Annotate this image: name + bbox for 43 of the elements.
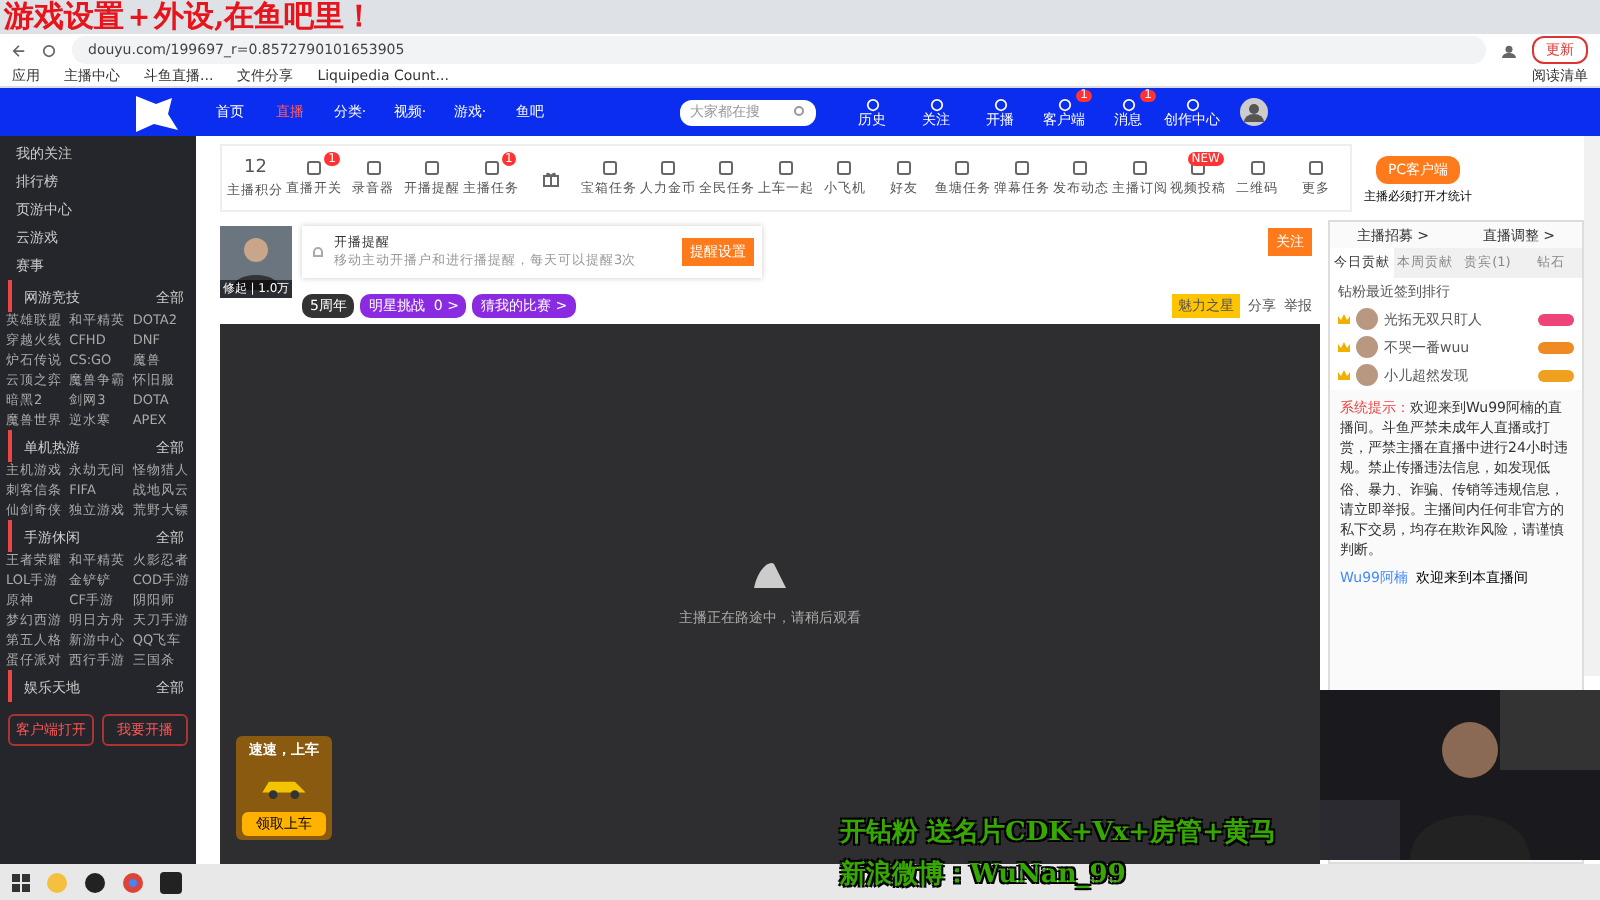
tool-icon[interactable] (660, 159, 677, 175)
tool-icon[interactable] (1249, 159, 1266, 175)
tool-icon[interactable] (483, 159, 500, 175)
tool-icon[interactable] (306, 159, 323, 175)
reload-icon[interactable] (42, 43, 56, 57)
search-icon[interactable] (794, 106, 806, 118)
circle-icon (1121, 97, 1135, 111)
circle-icon (929, 97, 943, 111)
overlay-caption: 新浪微博：WuNan_99 (840, 857, 1128, 894)
profile-icon[interactable] (1502, 43, 1516, 57)
app-icon[interactable] (84, 871, 106, 893)
fan-avatar (1356, 336, 1378, 358)
crown-icon (1338, 314, 1350, 324)
tool-icon[interactable] (777, 159, 794, 175)
windows-icon[interactable] (12, 873, 30, 891)
circle-icon (1057, 97, 1071, 111)
tool-icon[interactable] (1072, 159, 1089, 175)
gift-icon[interactable] (541, 169, 560, 187)
tool-icon[interactable] (1013, 159, 1030, 175)
app-icon[interactable] (160, 871, 182, 893)
tool-icon[interactable] (365, 159, 382, 175)
browser-icon[interactable] (122, 871, 144, 893)
tool-icon[interactable] (1308, 159, 1325, 175)
tool-icon[interactable] (895, 159, 912, 175)
circle-icon (993, 97, 1007, 111)
avatar-icon[interactable] (1240, 98, 1268, 126)
tool-icon[interactable] (718, 159, 735, 175)
fan-avatar (1356, 364, 1378, 386)
back-icon[interactable] (12, 43, 26, 57)
bell-icon (310, 244, 326, 260)
circle-icon (865, 97, 879, 111)
tool-icon[interactable] (1131, 159, 1148, 175)
tool-icon[interactable] (601, 159, 618, 175)
overlay-caption: 游戏设置＋外设,在鱼吧里！ (4, 0, 375, 34)
fan-avatar (1356, 308, 1378, 330)
crown-icon (1338, 342, 1350, 352)
score-value: 12 (244, 157, 267, 177)
crown-icon (1338, 370, 1350, 380)
tool-icon[interactable] (424, 159, 441, 175)
overlay-caption: 开钻粉 送名片CDK+Vx+房管+黄马 (840, 815, 1276, 852)
tool-icon[interactable] (836, 159, 853, 175)
tool-icon[interactable] (954, 159, 971, 175)
circle-icon (1185, 97, 1199, 111)
